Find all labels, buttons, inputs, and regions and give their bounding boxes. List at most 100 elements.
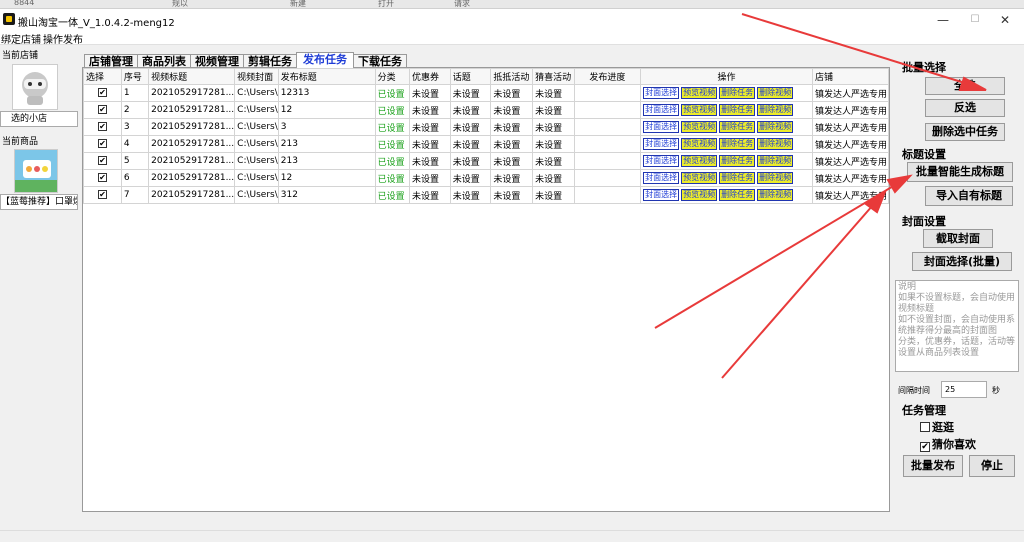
right-panel: 批量选择 全选 反选 删除选中任务 标题设置 批量智能生成标题 导入自有标题 封… bbox=[895, 55, 1024, 542]
row-select-checkbox[interactable]: ✔ bbox=[97, 105, 107, 114]
row-progress bbox=[573, 118, 642, 136]
col-header-store[interactable]: 店铺 bbox=[812, 68, 889, 85]
row-publish-title: 213 bbox=[277, 135, 376, 153]
cover-select-button[interactable]: 封面选择 bbox=[643, 155, 680, 167]
col-header-category[interactable]: 分类 bbox=[374, 68, 411, 85]
row-checkbox: ✔ bbox=[83, 152, 122, 170]
preview-video-button[interactable]: 预览视频 bbox=[681, 155, 718, 167]
row-publish-title: 213 bbox=[277, 152, 376, 170]
row-video-title: 2021052917281... bbox=[148, 135, 236, 153]
cover-settings-label: 封面设置 bbox=[902, 215, 946, 228]
option-guess-you-like[interactable]: ✔ 猜你喜欢 bbox=[920, 436, 976, 452]
delete-task-button[interactable]: 删除任务 bbox=[719, 138, 756, 150]
col-header-coupon[interactable]: 优惠券 bbox=[409, 68, 451, 85]
col-header-actions[interactable]: 操作 bbox=[640, 68, 814, 85]
row-number: 5 bbox=[120, 152, 150, 170]
delete-task-button[interactable]: 删除任务 bbox=[719, 189, 756, 201]
col-header-no[interactable]: 序号 bbox=[120, 68, 150, 85]
cover-select-button[interactable]: 封面选择 bbox=[643, 138, 680, 150]
preview-video-button[interactable]: 预览视频 bbox=[681, 138, 718, 150]
col-header-activity2[interactable]: 猜喜活动 bbox=[532, 68, 575, 85]
maximize-button[interactable]: ☐ bbox=[960, 12, 990, 28]
delete-task-button[interactable]: 删除任务 bbox=[719, 121, 756, 133]
delete-video-button[interactable]: 删除视频 bbox=[757, 121, 794, 133]
row-select-checkbox[interactable]: ✔ bbox=[97, 139, 107, 148]
col-header-video-cover[interactable]: 视频封面 bbox=[234, 68, 279, 85]
batch-publish-button[interactable]: 批量发布 bbox=[903, 455, 963, 477]
col-header-topic[interactable]: 话题 bbox=[449, 68, 492, 85]
batch-generate-title-button[interactable]: 批量智能生成标题 bbox=[907, 162, 1013, 182]
row-select-checkbox[interactable]: ✔ bbox=[97, 190, 107, 199]
select-all-button[interactable]: 全选 bbox=[925, 77, 1005, 95]
stop-button[interactable]: 停止 bbox=[969, 455, 1015, 477]
preview-video-button[interactable]: 预览视频 bbox=[681, 172, 718, 184]
cover-select-button[interactable]: 封面选择 bbox=[643, 189, 680, 201]
option-guangguang[interactable]: 逛逛 bbox=[920, 419, 954, 435]
table-row[interactable]: ✔ 1 2021052917281... C:\Users\ 12313 已设置 未设置 未设… bbox=[83, 84, 889, 102]
delete-selected-button[interactable]: 删除选中任务 bbox=[925, 123, 1005, 141]
col-header-publish-title[interactable]: 发布标题 bbox=[277, 68, 376, 85]
preview-video-button[interactable]: 预览视频 bbox=[681, 104, 718, 116]
preview-video-button[interactable]: 预览视频 bbox=[681, 121, 718, 133]
delete-video-button[interactable]: 删除视频 bbox=[757, 87, 794, 99]
tab-edit-tasks[interactable]: 剪辑任务 bbox=[243, 54, 297, 68]
col-header-progress[interactable]: 发布进度 bbox=[573, 68, 642, 85]
guangguang-checkbox[interactable] bbox=[920, 422, 930, 432]
row-video-title: 2021052917281... bbox=[148, 101, 236, 119]
tab-store-management[interactable]: 店铺管理 bbox=[84, 54, 138, 68]
table-row[interactable]: ✔ 7 2021052917281... C:\Users\ 312 已设置 未设置 未设置未… bbox=[83, 186, 889, 204]
table-row[interactable]: ✔ 5 2021052917281... C:\Users\ 213 已设置 未设置 未设置未… bbox=[83, 152, 889, 170]
row-actions: 封面选择 预览视频 删除任务 删除视频 bbox=[640, 101, 814, 119]
col-header-activity1[interactable]: 抵抵活动 bbox=[490, 68, 534, 85]
capture-cover-button[interactable]: 截取封面 bbox=[923, 229, 993, 248]
delete-task-button[interactable]: 删除任务 bbox=[719, 155, 756, 167]
interval-input[interactable]: 25 bbox=[941, 381, 987, 398]
row-publish-title: 312 bbox=[277, 186, 376, 204]
description-textarea[interactable]: 说明 如果不设置标题，会自动使用视频标题 如不设置封面，会自动使用系统推荐得分最… bbox=[895, 280, 1019, 372]
col-header-select[interactable]: 选择 bbox=[83, 68, 122, 85]
minimize-button[interactable]: — bbox=[928, 12, 958, 28]
row-activity2: 未设置 bbox=[532, 186, 575, 204]
preview-video-button[interactable]: 预览视频 bbox=[681, 189, 718, 201]
guess-you-like-checkbox[interactable]: ✔ bbox=[920, 442, 930, 452]
cover-select-button[interactable]: 封面选择 bbox=[643, 121, 680, 133]
table-row[interactable]: ✔ 4 2021052917281... C:\Users\ 213 已设置 未设置 未设置未… bbox=[83, 135, 889, 153]
row-topic: 未设置 bbox=[449, 169, 492, 187]
col-header-video-title[interactable]: 视频标题 bbox=[148, 68, 236, 85]
preview-video-button[interactable]: 预览视频 bbox=[681, 87, 718, 99]
tab-publish-tasks[interactable]: 发布任务 bbox=[296, 52, 354, 68]
invert-selection-button[interactable]: 反选 bbox=[925, 99, 1005, 117]
close-button[interactable]: ✕ bbox=[990, 12, 1020, 28]
delete-video-button[interactable]: 删除视频 bbox=[757, 104, 794, 116]
row-select-checkbox[interactable]: ✔ bbox=[97, 122, 107, 131]
guangguang-label: 逛逛 bbox=[932, 421, 954, 434]
cover-select-button[interactable]: 封面选择 bbox=[643, 87, 680, 99]
tab-product-list[interactable]: 商品列表 bbox=[137, 54, 191, 68]
table-row[interactable]: ✔ 3 2021052917281... C:\Users\ 3 已设置 未设置 未设置 未设置… bbox=[83, 118, 889, 136]
delete-task-button[interactable]: 删除任务 bbox=[719, 172, 756, 184]
delete-video-button[interactable]: 删除视频 bbox=[757, 155, 794, 167]
row-topic: 未设置 bbox=[449, 101, 492, 119]
row-select-checkbox[interactable]: ✔ bbox=[97, 156, 107, 165]
cover-select-button[interactable]: 封面选择 bbox=[643, 104, 680, 116]
menu-bind-store[interactable]: 绑定店铺 bbox=[1, 31, 41, 46]
delete-task-button[interactable]: 删除任务 bbox=[719, 104, 756, 116]
table-row[interactable]: ✔ 2 2021052917281... C:\Users\ 12 已设置 未设置 未设置 未设… bbox=[83, 101, 889, 119]
row-select-checkbox[interactable]: ✔ bbox=[97, 173, 107, 182]
import-titles-button[interactable]: 导入自有标题 bbox=[925, 186, 1013, 206]
cover-select-button[interactable]: 封面选择 bbox=[643, 172, 680, 184]
row-coupon: 未设置 bbox=[409, 84, 451, 102]
delete-task-button[interactable]: 删除任务 bbox=[719, 87, 756, 99]
row-video-cover: C:\Users\ bbox=[234, 118, 279, 136]
row-select-checkbox[interactable]: ✔ bbox=[97, 88, 107, 97]
delete-video-button[interactable]: 删除视频 bbox=[757, 189, 794, 201]
delete-video-button[interactable]: 删除视频 bbox=[757, 138, 794, 150]
main-panel: 店铺管理 商品列表 视频管理 剪辑任务 发布任务 下载任务 选择 序号 视频标题… bbox=[82, 52, 892, 512]
tab-download-tasks[interactable]: 下载任务 bbox=[353, 54, 407, 68]
menu-publish-ops[interactable]: 操作发布 bbox=[43, 31, 83, 46]
cover-select-batch-button[interactable]: 封面选择(批量) bbox=[912, 252, 1012, 271]
table-row[interactable]: ✔ 6 2021052917281... C:\Users\ 12 已设置 未设置 未设置 未设… bbox=[83, 169, 889, 187]
delete-video-button[interactable]: 删除视频 bbox=[757, 172, 794, 184]
tab-video-management[interactable]: 视频管理 bbox=[190, 54, 244, 68]
row-coupon: 未设置 bbox=[409, 169, 451, 187]
